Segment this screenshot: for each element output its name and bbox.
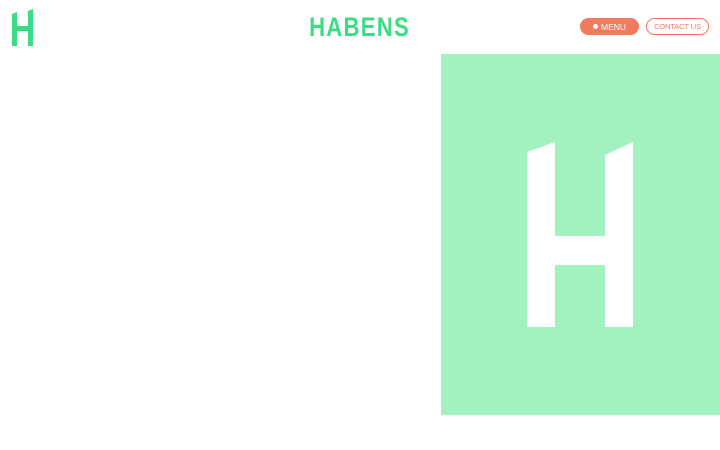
contact-us-button[interactable]: CONTACT US	[646, 18, 709, 35]
page: HABENS MENU CONTACT US	[0, 0, 720, 450]
hero-image-panel	[441, 54, 720, 415]
habens-h-logo-icon[interactable]	[12, 9, 34, 46]
brand-wordmark-text[interactable]: HABENS	[310, 9, 411, 45]
menu-button-label: MENU	[600, 21, 627, 32]
habens-h-logo-icon	[527, 142, 633, 327]
menu-button[interactable]: MENU	[580, 18, 639, 35]
dot-icon	[592, 24, 598, 29]
contact-us-label: CONTACT US	[653, 22, 702, 31]
site-header: HABENS MENU CONTACT US	[0, 0, 720, 54]
